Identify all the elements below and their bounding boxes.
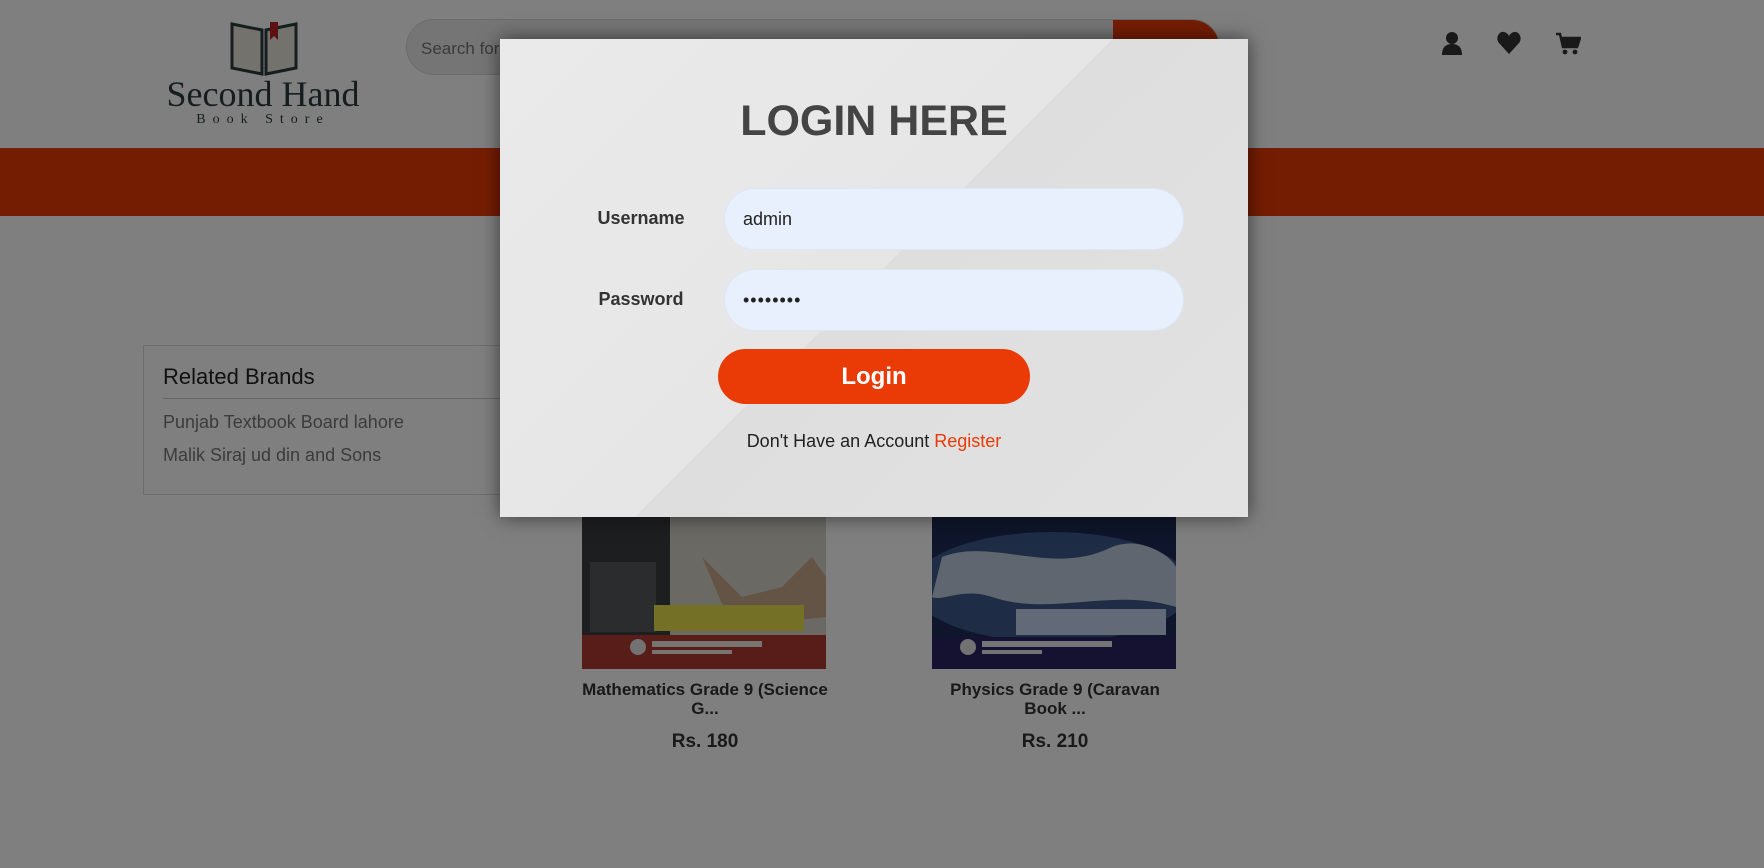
register-prompt: Don't Have an Account Register [500, 431, 1248, 452]
username-field[interactable]: admin [724, 188, 1184, 250]
modal-title: LOGIN HERE [740, 97, 1008, 145]
password-label: Password [598, 289, 684, 309]
register-link[interactable]: Register [934, 431, 1001, 451]
password-field[interactable]: •••••••• [724, 269, 1184, 331]
login-modal: LOGIN HERE Username admin Password •••••… [500, 39, 1248, 517]
no-account-text: Don't Have an Account [746, 431, 930, 451]
login-button[interactable]: Login [718, 349, 1030, 404]
username-label: Username [597, 208, 685, 228]
